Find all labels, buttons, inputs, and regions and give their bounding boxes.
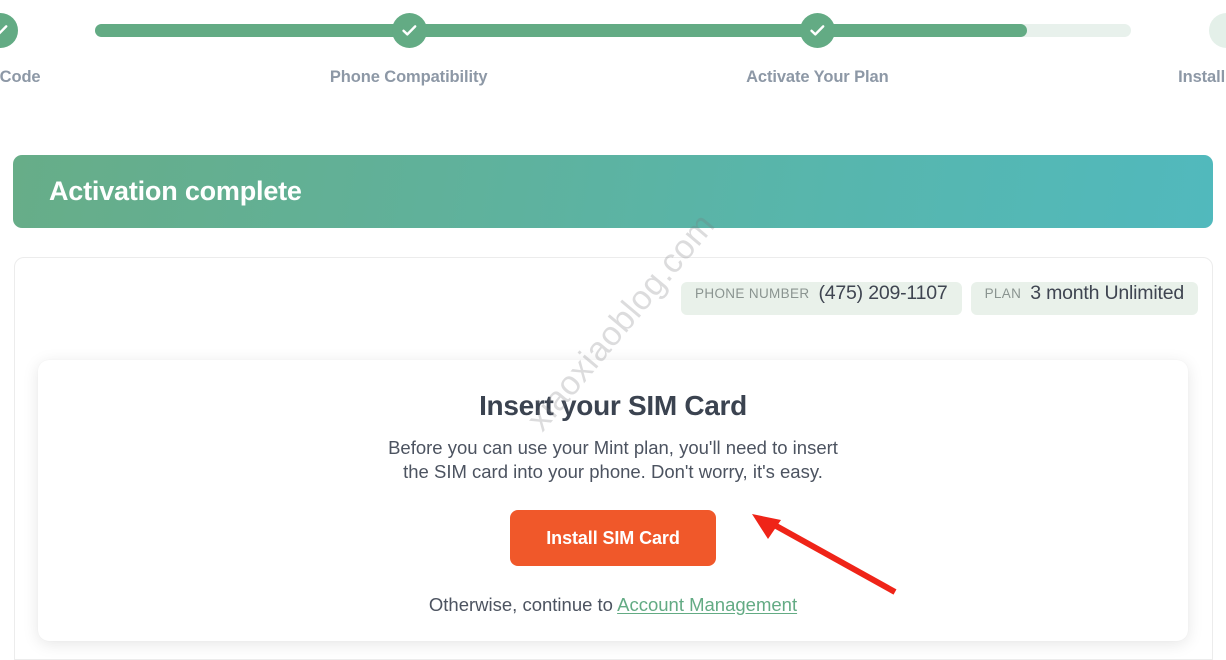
install-sim-card-button[interactable]: Install SIM Card — [510, 510, 716, 566]
page-title: Insert your SIM Card — [479, 390, 747, 421]
stepper-step-label: Enter ACT Code — [0, 68, 41, 86]
stepper-track — [95, 24, 1131, 37]
step-complete-dot — [800, 13, 836, 48]
sim-instructions-line-1: Before you can use your Mint plan, you'l… — [388, 437, 838, 458]
activation-progress-stepper: Enter ACT Code Phone Compatibility Activat… — [0, 0, 1226, 105]
summary-badge-value: 3 month Unlimited — [1030, 282, 1184, 304]
sim-instructions: Before you can use your Mint plan, you'l… — [38, 436, 1188, 484]
stepper-step-label: Install SIM or eSIM — [1178, 68, 1226, 86]
step-complete-dot — [391, 13, 427, 48]
sim-instructions-line-2: the SIM card into your phone. Don't worr… — [403, 461, 823, 482]
step-pending-dot — [1209, 13, 1226, 48]
stepper-step-label: Activate Your Plan — [746, 68, 889, 86]
summary-badge: PHONE NUMBER (475) 209-1107 — [680, 282, 962, 315]
check-icon — [401, 25, 417, 36]
check-icon — [0, 25, 8, 35]
summary-badge: PLAN 3 month Unlimited — [970, 282, 1198, 315]
activation-complete-banner: Activation complete — [13, 155, 1213, 228]
insert-sim-card-panel: Insert your SIM Card Before you can use … — [38, 360, 1188, 641]
step-complete-dot — [0, 13, 18, 48]
summary-badge-key: PLAN — [984, 286, 1022, 301]
plan-summary-badges: PHONE NUMBER (475) 209-1107 PLAN 3 month Un… — [680, 282, 1198, 315]
summary-badge-key: PHONE NUMBER — [694, 286, 810, 301]
check-icon — [810, 25, 825, 36]
summary-badge-value: (475) 209-1107 — [818, 282, 948, 304]
banner-title: Activation complete — [49, 176, 302, 206]
stepper-track-fill — [95, 24, 1028, 37]
otherwise-label: Otherwise, continue to — [428, 594, 618, 615]
stepper-step-label: Phone Compatibility — [329, 68, 488, 86]
account-management-link[interactable]: Account Management — [617, 594, 797, 615]
otherwise-row: Otherwise, continue to Account Managemen… — [38, 594, 1188, 616]
